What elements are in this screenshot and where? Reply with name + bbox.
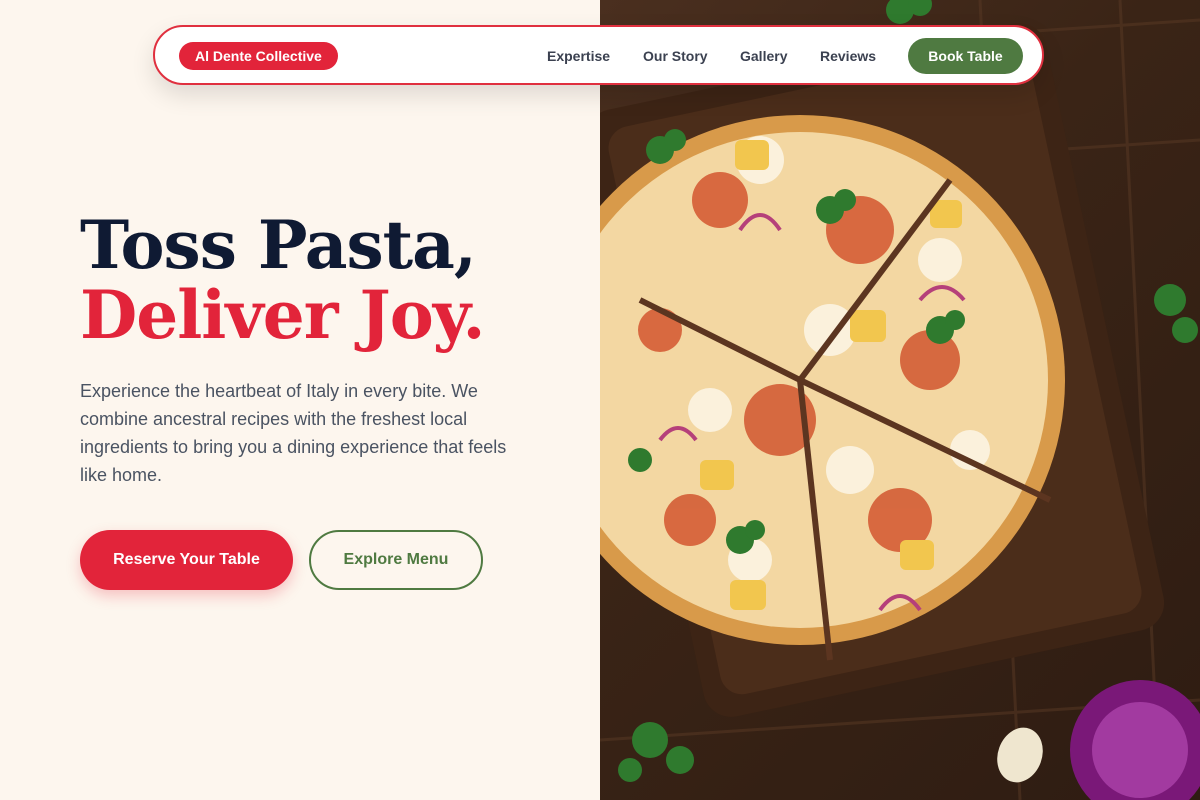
reserve-table-button[interactable]: Reserve Your Table — [80, 530, 293, 590]
hero-description: Experience the heartbeat of Italy in eve… — [80, 381, 507, 485]
book-table-button[interactable]: Book Table — [908, 38, 1023, 74]
brand-logo[interactable]: Al Dente Collective — [179, 42, 338, 70]
nav-link-reviews[interactable]: Reviews — [820, 46, 876, 66]
top-navigation: Al Dente Collective Expertise Our Story … — [153, 25, 1044, 85]
nav-link-expertise[interactable]: Expertise — [547, 46, 610, 66]
hero-headline-line2: Deliver Joy. — [80, 276, 485, 354]
pizza-photo-illustration — [600, 0, 1200, 800]
hero-image — [600, 0, 1200, 800]
nav-link-our-story[interactable]: Our Story — [643, 46, 708, 66]
hero-headline: Toss Pasta, Deliver Joy. — [80, 206, 485, 354]
hero-headline-line1: Toss Pasta, — [80, 206, 477, 284]
nav-link-gallery[interactable]: Gallery — [740, 46, 787, 66]
explore-menu-button[interactable]: Explore Menu — [309, 530, 483, 590]
